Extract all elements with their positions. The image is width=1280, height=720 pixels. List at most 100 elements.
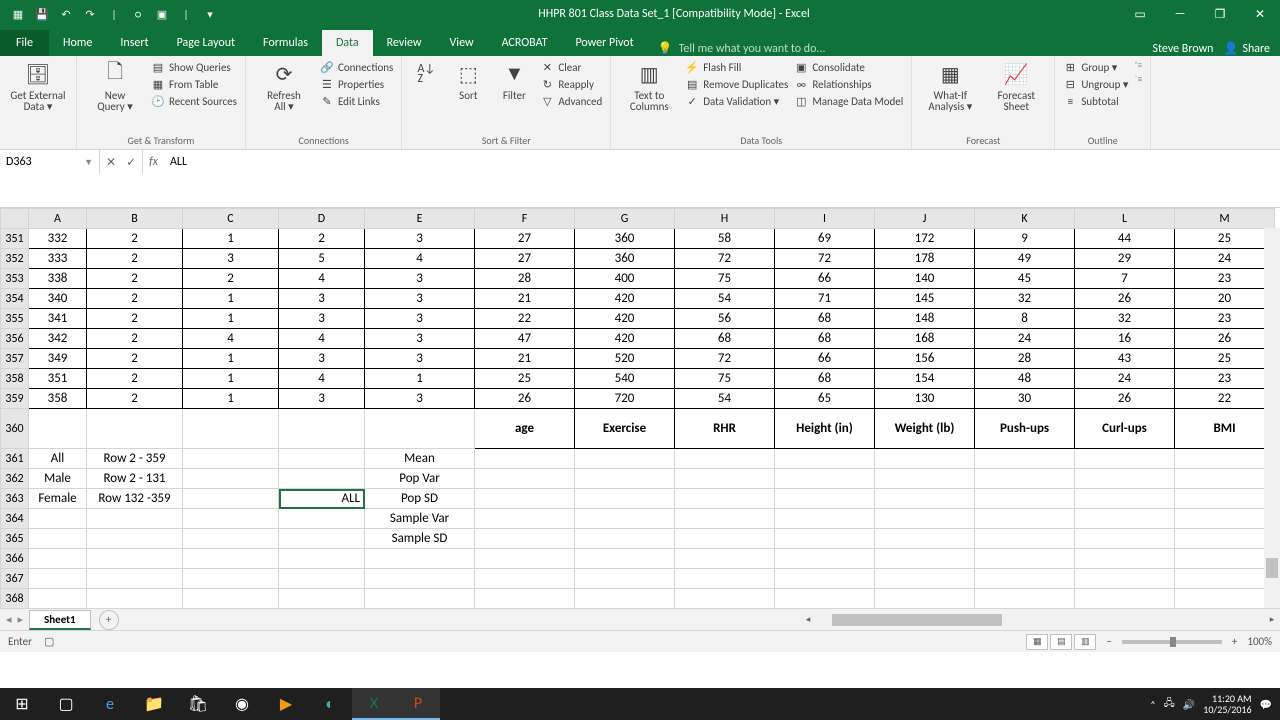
scroll-left-icon[interactable]: ◂ — [800, 613, 816, 627]
tab-power-pivot[interactable]: Power Pivot — [561, 30, 647, 56]
cell[interactable]: 360 — [575, 249, 675, 269]
minimize-icon[interactable]: — — [1160, 0, 1200, 28]
cell[interactable] — [975, 569, 1075, 589]
relationships-button[interactable]: ∞Relationships — [794, 77, 903, 91]
tab-view[interactable]: View — [436, 30, 488, 56]
cell[interactable] — [775, 529, 875, 549]
cell[interactable] — [475, 529, 575, 549]
column-header[interactable]: C — [183, 209, 279, 229]
cell[interactable]: 24 — [1075, 369, 1175, 389]
cell[interactable]: 420 — [575, 309, 675, 329]
cell[interactable] — [29, 529, 87, 549]
cell[interactable] — [575, 509, 675, 529]
cell[interactable] — [1175, 509, 1275, 529]
row-header[interactable]: 356 — [1, 329, 29, 349]
cell[interactable] — [1175, 589, 1275, 609]
cell[interactable]: 338 — [29, 269, 87, 289]
cell[interactable]: 520 — [575, 349, 675, 369]
cell[interactable]: 140 — [875, 269, 975, 289]
cell[interactable] — [575, 469, 675, 489]
column-header[interactable]: M — [1175, 209, 1275, 229]
cell[interactable]: 24 — [975, 329, 1075, 349]
cell[interactable]: 178 — [875, 249, 975, 269]
powerpoint-taskbar-icon[interactable]: P — [396, 688, 440, 720]
cell[interactable]: 3 — [365, 329, 475, 349]
cell[interactable]: 26 — [1075, 289, 1175, 309]
cell[interactable]: 54 — [675, 389, 775, 409]
cell[interactable] — [875, 469, 975, 489]
cell[interactable]: 1 — [183, 389, 279, 409]
subtotal-button[interactable]: ≡Subtotal — [1063, 94, 1128, 108]
cell[interactable]: 27 — [475, 249, 575, 269]
cell[interactable]: 68 — [775, 369, 875, 389]
manage-data-model-button[interactable]: ◫Manage Data Model — [794, 94, 903, 108]
new-query-button[interactable]: 🗋 New Query ▾ — [85, 60, 145, 112]
cell[interactable] — [183, 549, 279, 569]
normal-view-button[interactable]: ▦ — [1026, 634, 1048, 650]
edit-links-button[interactable]: ✎Edit Links — [320, 94, 393, 108]
cell[interactable] — [279, 409, 365, 449]
cell[interactable] — [87, 409, 183, 449]
row-header[interactable]: 368 — [1, 589, 29, 609]
row-header[interactable]: 364 — [1, 509, 29, 529]
tab-data[interactable]: Data — [322, 30, 373, 56]
cell[interactable]: 1 — [183, 289, 279, 309]
cell[interactable]: Row 2 - 131 — [87, 469, 183, 489]
row-header[interactable]: 357 — [1, 349, 29, 369]
cell[interactable]: 54 — [675, 289, 775, 309]
properties-button[interactable]: ☰Properties — [320, 77, 393, 91]
cell[interactable] — [575, 569, 675, 589]
cell[interactable] — [775, 489, 875, 509]
tab-page-layout[interactable]: Page Layout — [163, 30, 249, 56]
clock[interactable]: 11:20 AM 10/25/2016 — [1203, 693, 1251, 715]
cell[interactable]: 1 — [183, 349, 279, 369]
cell[interactable]: Sample Var — [365, 509, 475, 529]
cell[interactable]: 2 — [279, 229, 365, 249]
column-header[interactable]: E — [365, 209, 475, 229]
cell[interactable] — [875, 589, 975, 609]
chevron-down-icon[interactable]: ▼ — [84, 157, 93, 168]
cell[interactable]: 3 — [365, 349, 475, 369]
cell[interactable]: 68 — [775, 329, 875, 349]
cell[interactable]: Pop SD — [365, 489, 475, 509]
task-view-button[interactable]: ▢ — [44, 688, 88, 720]
cell[interactable]: 2 — [87, 389, 183, 409]
cell[interactable] — [1175, 449, 1275, 469]
cell[interactable]: 22 — [475, 309, 575, 329]
cell[interactable] — [675, 549, 775, 569]
cell[interactable] — [575, 549, 675, 569]
cell[interactable] — [975, 449, 1075, 469]
cell[interactable]: 65 — [775, 389, 875, 409]
cell[interactable] — [279, 509, 365, 529]
cell[interactable]: 56 — [675, 309, 775, 329]
cell[interactable]: 32 — [1075, 309, 1175, 329]
cell[interactable]: 340 — [29, 289, 87, 309]
column-header[interactable]: B — [87, 209, 183, 229]
column-header[interactable]: J — [875, 209, 975, 229]
cell[interactable] — [87, 589, 183, 609]
cell[interactable]: 25 — [1175, 229, 1275, 249]
row-header[interactable]: 363 — [1, 489, 29, 509]
network-icon[interactable]: 🖧 — [1164, 696, 1175, 713]
cell[interactable] — [675, 529, 775, 549]
tell-me-search[interactable]: 💡 — [658, 41, 839, 56]
row-header[interactable]: 351 — [1, 229, 29, 249]
cell[interactable]: 29 — [1075, 249, 1175, 269]
cell[interactable]: 168 — [875, 329, 975, 349]
cell[interactable]: 1 — [183, 229, 279, 249]
cell[interactable]: 48 — [975, 369, 1075, 389]
cell[interactable]: 24 — [1175, 249, 1275, 269]
cell[interactable]: 22 — [1175, 389, 1275, 409]
vertical-scrollbar[interactable] — [1264, 228, 1280, 608]
data-validation-button[interactable]: ✓Data Validation ▾ — [685, 94, 788, 108]
cell[interactable]: 72 — [775, 249, 875, 269]
cell[interactable]: Height (in) — [775, 409, 875, 449]
cell[interactable] — [675, 469, 775, 489]
from-table-button[interactable]: ▦From Table — [151, 77, 237, 91]
qat-btn[interactable]: ○ — [130, 6, 146, 22]
cell[interactable] — [183, 589, 279, 609]
column-header[interactable]: A — [29, 209, 87, 229]
cell[interactable]: Pop Var — [365, 469, 475, 489]
tab-insert[interactable]: Insert — [106, 30, 162, 56]
cell[interactable]: 26 — [475, 389, 575, 409]
